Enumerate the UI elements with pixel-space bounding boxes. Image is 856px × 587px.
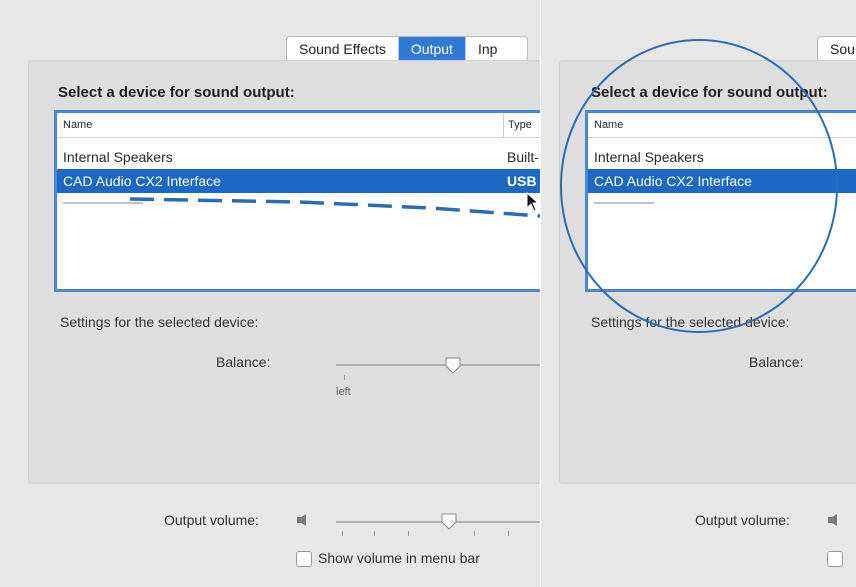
annotation-dashed-line bbox=[129, 197, 540, 218]
annotation-highlight-circle bbox=[560, 39, 838, 333]
sound-preferences-left: Sound Effects Output Inp Select a device… bbox=[0, 0, 540, 587]
sound-preferences-right: Sou Select a device for sound output: Na… bbox=[540, 0, 856, 587]
mouse-cursor-icon bbox=[526, 192, 540, 212]
